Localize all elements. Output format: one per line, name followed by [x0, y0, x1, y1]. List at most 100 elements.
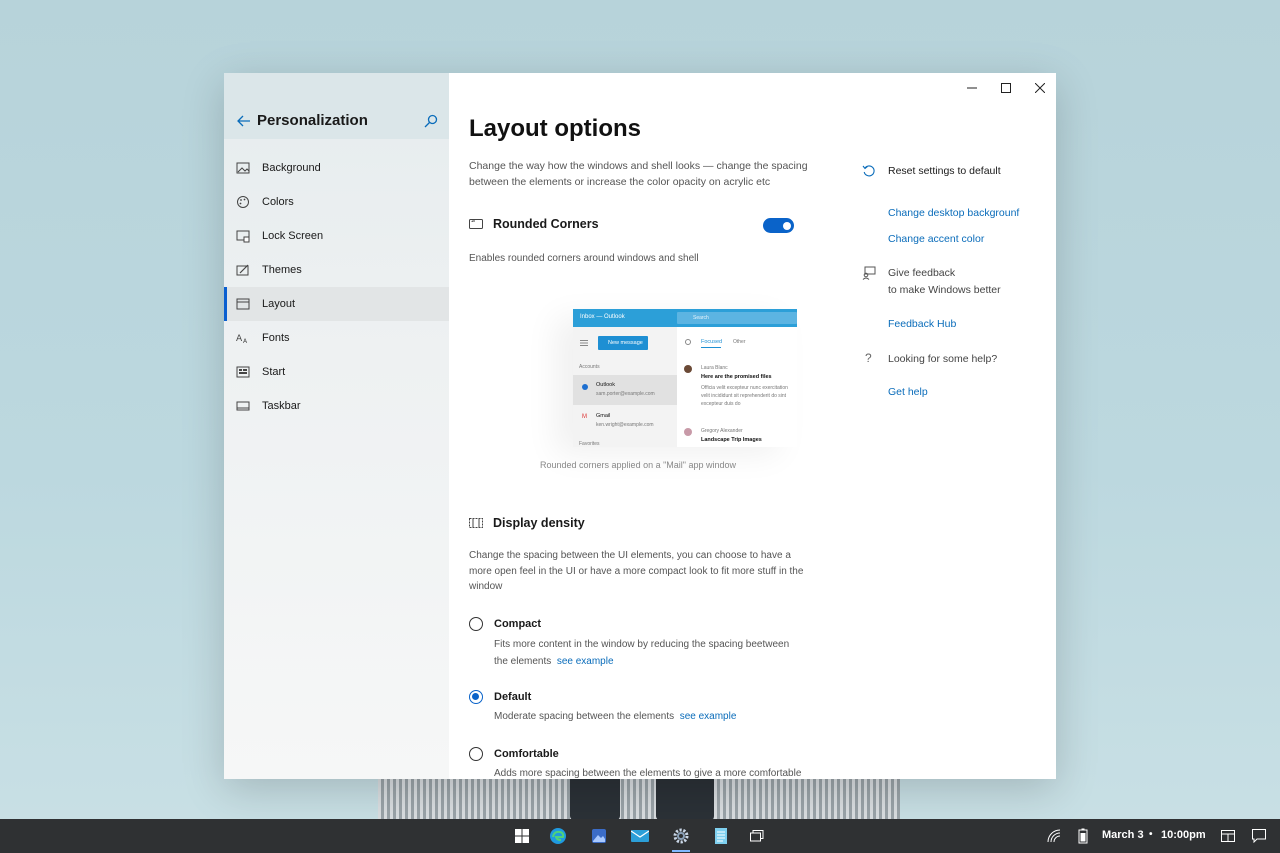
taskbar: March 3 • 10:00pm: [0, 819, 1280, 853]
sidebar-item-colors[interactable]: Colors: [224, 185, 449, 219]
palette-icon: [237, 196, 249, 208]
preview-favorites-label: Favorites: [579, 441, 600, 447]
task-view-icon: [750, 830, 764, 842]
wifi-icon: [1047, 829, 1061, 843]
themes-icon: [236, 264, 249, 276]
compact-description: Fits more content in the window by reduc…: [494, 636, 804, 670]
sidebar-item-label: Lock Screen: [262, 230, 324, 242]
default-see-example-link[interactable]: see example: [680, 711, 737, 722]
get-help-link[interactable]: Get help: [888, 386, 928, 398]
default-description-text: Moderate spacing between the elements: [494, 711, 675, 722]
sidebar-item-background[interactable]: Background: [224, 151, 449, 185]
comfortable-radio[interactable]: [469, 747, 483, 761]
page-intro: Change the way how the windows and shell…: [469, 160, 808, 188]
taskbar-notepad[interactable]: [711, 826, 731, 846]
svg-text:A: A: [236, 334, 243, 344]
notepad-icon: [715, 828, 727, 844]
reset-icon: [862, 165, 875, 177]
sidebar: Personalization Background Colors Lock S…: [224, 73, 449, 779]
taskbar-separator: •: [1149, 829, 1153, 840]
feedback-line-1: Give feedback: [888, 267, 956, 279]
sidebar-item-taskbar[interactable]: Taskbar: [224, 389, 449, 423]
sidebar-title: Personalization: [257, 112, 368, 129]
start-button[interactable]: [512, 826, 532, 846]
preview-search: Search: [677, 312, 797, 324]
preview-msg1-body: Officia velit excepteur nunc exercitatio…: [701, 385, 788, 407]
feedback-icon: [862, 266, 876, 280]
settings-window: Personalization Background Colors Lock S…: [224, 73, 1056, 779]
sidebar-item-themes[interactable]: Themes: [224, 253, 449, 287]
taskbar-settings[interactable]: [671, 826, 691, 846]
help-text: Looking for some help?: [888, 353, 998, 365]
arrow-left-icon: [237, 115, 250, 127]
search-button[interactable]: [421, 111, 441, 131]
preview-msg1-from: Laura Blanc: [701, 365, 728, 371]
sidebar-item-label: Colors: [262, 196, 294, 208]
back-button[interactable]: [232, 111, 256, 131]
compact-see-example-link[interactable]: see example: [557, 656, 614, 667]
sidebar-item-start[interactable]: Start: [224, 355, 449, 389]
sidebar-item-label: Themes: [262, 264, 302, 276]
sidebar-item-fonts[interactable]: AA Fonts: [224, 321, 449, 355]
compact-radio[interactable]: [469, 617, 483, 631]
sidebar-item-layout[interactable]: Layout: [224, 287, 449, 321]
comfortable-description: Adds more spacing between the elements t…: [494, 768, 802, 779]
mail-icon: [631, 830, 649, 842]
gear-icon: [673, 828, 689, 844]
preview-tab-focused: Focused: [701, 339, 723, 345]
lock-screen-icon: [236, 230, 250, 243]
close-button[interactable]: [1023, 77, 1056, 99]
filter-icon: [685, 339, 691, 345]
change-background-link[interactable]: Change desktop backgrounf: [888, 207, 1019, 219]
edge-icon: [550, 828, 566, 844]
taskbar-photos[interactable]: [589, 826, 609, 846]
close-icon: [1035, 83, 1045, 93]
page-title: Layout options: [469, 115, 641, 142]
change-accent-link[interactable]: Change accent color: [888, 233, 984, 245]
preview-new-message-label: New message: [608, 340, 643, 346]
battery-icon: [1078, 828, 1088, 844]
minimize-button[interactable]: [955, 77, 989, 99]
rounded-corners-icon: [469, 219, 483, 229]
feedback-text: Give feedback to make Windows better: [888, 265, 1001, 299]
rounded-corners-heading: Rounded Corners: [469, 217, 599, 231]
preview-acct1-email: sam.porter@example.com: [596, 391, 655, 397]
active-app-indicator: [672, 850, 690, 852]
preview-caption: Rounded corners applied on a "Mail" app …: [540, 460, 737, 470]
action-center-button[interactable]: [1249, 826, 1269, 846]
preview-folder-pane: New message Accounts Outlook sam.porter@…: [573, 327, 677, 447]
preview-acct2-email: ken.wright@example.com: [596, 422, 654, 428]
taskbar-edge[interactable]: [548, 826, 568, 846]
preview-msg1-subject: Here are the promised files: [701, 374, 772, 380]
rounded-corners-toggle[interactable]: [763, 218, 794, 233]
meet-now-button[interactable]: [1218, 826, 1238, 846]
main-content: Layout options Change the way how the wi…: [469, 73, 829, 779]
sidebar-item-lock-screen[interactable]: Lock Screen: [224, 219, 449, 253]
feedback-hub-link[interactable]: Feedback Hub: [888, 318, 956, 330]
toggle-knob: [783, 221, 791, 230]
preview-tab-other: Other: [733, 339, 746, 345]
maximize-button[interactable]: [989, 77, 1023, 99]
comfortable-label: Comfortable: [494, 748, 559, 760]
preview-app-title: Inbox — Outlook: [580, 314, 625, 320]
sidebar-item-label: Fonts: [262, 332, 290, 344]
photos-icon: [592, 829, 606, 843]
outlook-icon: [582, 384, 588, 390]
taskbar-time[interactable]: 10:00pm: [1161, 829, 1206, 841]
taskbar-date[interactable]: March 3: [1102, 829, 1144, 841]
image-icon: [236, 162, 250, 174]
section-title: Rounded Corners: [493, 217, 599, 231]
network-button[interactable]: [1045, 826, 1065, 846]
gmail-icon: M: [582, 414, 587, 420]
battery-button[interactable]: [1073, 826, 1093, 846]
preview-search-text: Search: [693, 315, 709, 321]
task-view-button[interactable]: [747, 826, 767, 846]
preview-msg2-from: Gregory Alexander: [701, 428, 743, 434]
compact-label: Compact: [494, 618, 542, 630]
default-radio[interactable]: [469, 690, 483, 704]
section-title: Display density: [493, 516, 585, 530]
taskbar-mail[interactable]: [630, 826, 650, 846]
preview-new-message-button: New message: [598, 336, 648, 350]
reset-settings-button[interactable]: Reset settings to default: [888, 163, 1001, 180]
display-density-heading: Display density: [469, 516, 585, 530]
